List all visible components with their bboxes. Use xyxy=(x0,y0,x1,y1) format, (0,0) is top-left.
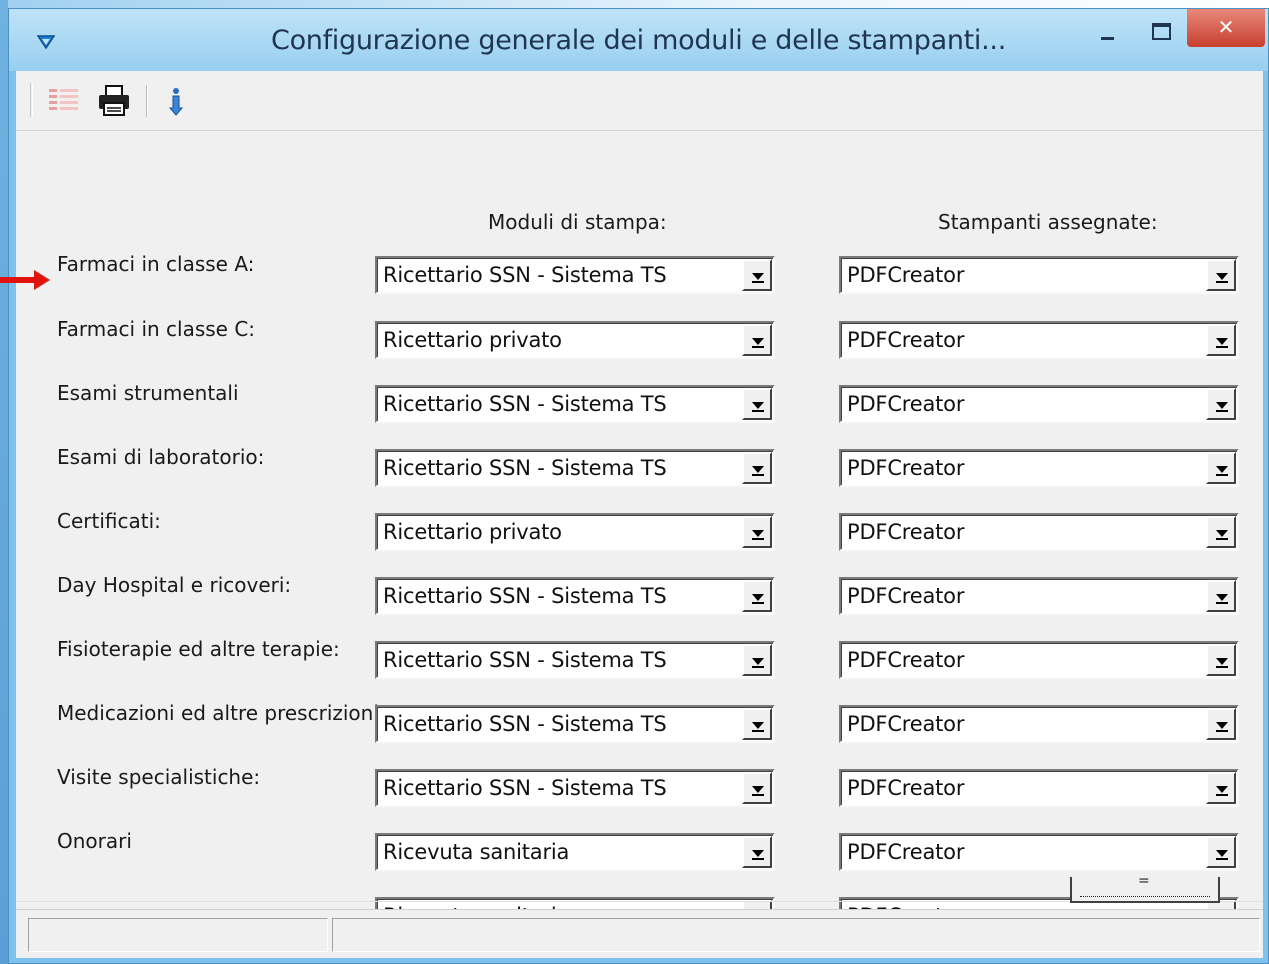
client-area: Moduli di stampa: Stampanti assegnate: F… xyxy=(16,71,1263,958)
desktop-wallpaper-top xyxy=(0,0,1269,8)
printer-select[interactable]: PDFCreator xyxy=(839,769,1239,807)
module-select-value: Ricettario privato xyxy=(383,328,562,352)
modules-column-header: Moduli di stampa: xyxy=(488,210,667,234)
close-icon: ✕ xyxy=(1217,15,1235,39)
module-select-value: Ricettario SSN - Sistema TS xyxy=(383,263,667,287)
module-select[interactable]: Ricettario privato xyxy=(375,513,775,551)
module-select[interactable]: Ricettario SSN - Sistema TS xyxy=(375,577,775,615)
printer-select[interactable]: PDFCreator xyxy=(839,513,1239,551)
printer-select[interactable]: PDFCreator xyxy=(839,321,1239,359)
dropdown-arrow-icon[interactable] xyxy=(1206,708,1236,740)
printer-select-value: PDFCreator xyxy=(847,328,965,352)
printer-select[interactable]: PDFCreator xyxy=(839,449,1239,487)
desktop-wallpaper-left xyxy=(0,0,8,964)
printer-select-value: PDFCreator xyxy=(847,584,965,608)
dropdown-arrow-icon[interactable] xyxy=(742,772,772,804)
dropdown-arrow-icon[interactable] xyxy=(1206,516,1236,548)
printer-icon[interactable] xyxy=(96,83,132,119)
printers-column-header: Stampanti assegnate: xyxy=(938,210,1158,234)
dropdown-arrow-icon[interactable] xyxy=(742,388,772,420)
module-select[interactable]: Ricettario SSN - Sistema TS xyxy=(375,449,775,487)
toolbar xyxy=(16,71,1263,131)
dropdown-arrow-icon[interactable] xyxy=(742,324,772,356)
printer-select[interactable]: PDFCreator xyxy=(839,705,1239,743)
printer-select-value: PDFCreator xyxy=(847,776,965,800)
module-select-value: Ricettario SSN - Sistema TS xyxy=(383,392,667,416)
module-select[interactable]: Ricettario privato xyxy=(375,321,775,359)
row-label: Onorari xyxy=(57,829,132,853)
module-select[interactable]: Ricettario SSN - Sistema TS xyxy=(375,256,775,294)
dropdown-arrow-icon[interactable] xyxy=(1206,388,1236,420)
printer-select-value: PDFCreator xyxy=(847,456,965,480)
printer-select-value: PDFCreator xyxy=(847,840,965,864)
dropdown-arrow-icon[interactable] xyxy=(1206,324,1236,356)
dropdown-arrow-icon[interactable] xyxy=(742,580,772,612)
status-pane-right xyxy=(332,918,1260,952)
printer-select-value: PDFCreator xyxy=(847,392,965,416)
row-label: Farmaci in classe C: xyxy=(57,317,256,341)
dropdown-arrow-icon[interactable] xyxy=(1206,644,1236,676)
dropdown-arrow-icon[interactable] xyxy=(742,708,772,740)
dropdown-arrow-icon[interactable] xyxy=(1206,836,1236,868)
row-label: Visite specialistiche: xyxy=(57,765,261,789)
module-select-value: Ricettario SSN - Sistema TS xyxy=(383,584,667,608)
dropdown-arrow-icon[interactable] xyxy=(742,644,772,676)
minimize-button[interactable] xyxy=(1086,9,1130,51)
module-select[interactable]: Ricettario SSN - Sistema TS xyxy=(375,769,775,807)
module-select-value: Ricevuta sanitaria xyxy=(383,840,570,864)
row-label: Esami di laboratorio: xyxy=(57,445,265,469)
status-pane-left xyxy=(28,918,328,952)
dropdown-arrow-icon[interactable] xyxy=(742,836,772,868)
dropdown-arrow-icon[interactable] xyxy=(1206,772,1236,804)
printer-select[interactable]: PDFCreator xyxy=(839,385,1239,423)
info-icon[interactable] xyxy=(158,83,194,119)
dropdown-arrow-icon[interactable] xyxy=(742,516,772,548)
row-label: Fisioterapie ed altre terapie: xyxy=(57,637,340,661)
module-select-value: Ricettario SSN - Sistema TS xyxy=(383,648,667,672)
module-select[interactable]: Ricevuta sanitaria xyxy=(375,833,775,871)
module-select-value: Ricettario SSN - Sistema TS xyxy=(383,456,667,480)
toolbar-grip xyxy=(30,83,33,117)
module-select[interactable]: Ricettario SSN - Sistema TS xyxy=(375,705,775,743)
dropdown-arrow-icon[interactable] xyxy=(1206,452,1236,484)
status-bar xyxy=(16,909,1263,957)
annotation-arrow-icon xyxy=(0,270,50,290)
obscured-button[interactable] xyxy=(1070,873,1220,903)
printer-select-value: PDFCreator xyxy=(847,263,965,287)
row-label: Farmaci in classe A: xyxy=(57,252,255,276)
toolbar-separator xyxy=(146,85,148,117)
dropdown-arrow-icon[interactable] xyxy=(1206,580,1236,612)
module-select-value: Ricettario privato xyxy=(383,520,562,544)
row-label: Esami strumentali xyxy=(57,381,239,405)
form-area: Moduli di stampa: Stampanti assegnate: F… xyxy=(16,132,1263,935)
close-button[interactable]: ✕ xyxy=(1187,9,1265,47)
printer-select[interactable]: PDFCreator xyxy=(839,833,1239,871)
row-label: Medicazioni ed altre prescrizioni: xyxy=(57,701,386,725)
title-bar[interactable]: Configurazione generale dei moduli e del… xyxy=(9,9,1268,71)
printer-select-value: PDFCreator xyxy=(847,520,965,544)
printer-select-value: PDFCreator xyxy=(847,648,965,672)
maximize-button[interactable] xyxy=(1136,9,1180,51)
module-select[interactable]: Ricettario SSN - Sistema TS xyxy=(375,385,775,423)
row-label: Certificati: xyxy=(57,509,161,533)
dropdown-arrow-icon[interactable] xyxy=(742,452,772,484)
dropdown-arrow-icon[interactable] xyxy=(742,259,772,291)
printer-select-value: PDFCreator xyxy=(847,712,965,736)
configure-modules-icon[interactable] xyxy=(46,83,82,119)
module-select-value: Ricettario SSN - Sistema TS xyxy=(383,776,667,800)
config-window: Configurazione generale dei moduli e del… xyxy=(8,8,1269,964)
printer-select[interactable]: PDFCreator xyxy=(839,577,1239,615)
module-select[interactable]: Ricettario SSN - Sistema TS xyxy=(375,641,775,679)
window-title: Configurazione generale dei moduli e del… xyxy=(271,25,1006,56)
row-label: Day Hospital e ricoveri: xyxy=(57,573,292,597)
dropdown-arrow-icon[interactable] xyxy=(1206,259,1236,291)
printer-select[interactable]: PDFCreator xyxy=(839,256,1239,294)
printer-select[interactable]: PDFCreator xyxy=(839,641,1239,679)
module-select-value: Ricettario SSN - Sistema TS xyxy=(383,712,667,736)
